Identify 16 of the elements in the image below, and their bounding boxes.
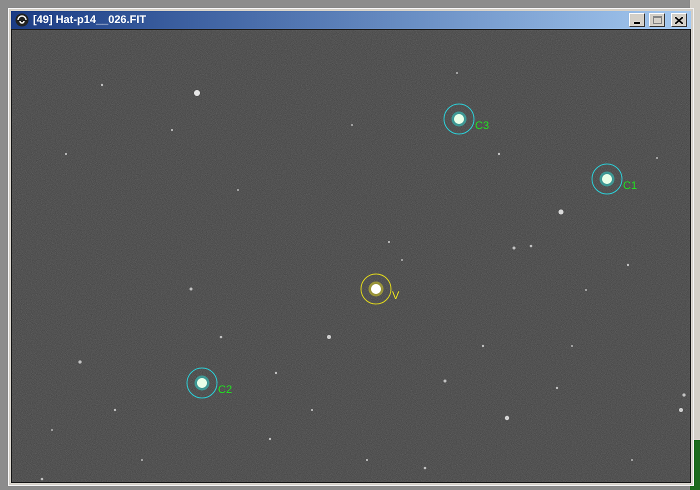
- close-icon: [675, 16, 683, 24]
- aperture-marker: [591, 163, 623, 195]
- aperture-label: C1: [623, 181, 638, 192]
- minimize-button[interactable]: [629, 13, 645, 27]
- aperture-marker: [186, 367, 218, 399]
- app-icon: [15, 13, 29, 27]
- window-title: [49] Hat-p14__026.FIT: [33, 12, 146, 28]
- aperture-marker: [360, 273, 392, 305]
- aperture-marker: [443, 103, 475, 135]
- close-button[interactable]: [671, 13, 687, 27]
- maximize-button[interactable]: [649, 13, 665, 27]
- aperture-label: C3: [475, 121, 490, 132]
- maximize-icon: [652, 16, 662, 24]
- aperture-label: V: [392, 291, 400, 302]
- aperture-label: C2: [218, 385, 232, 396]
- minimize-icon: [634, 22, 640, 24]
